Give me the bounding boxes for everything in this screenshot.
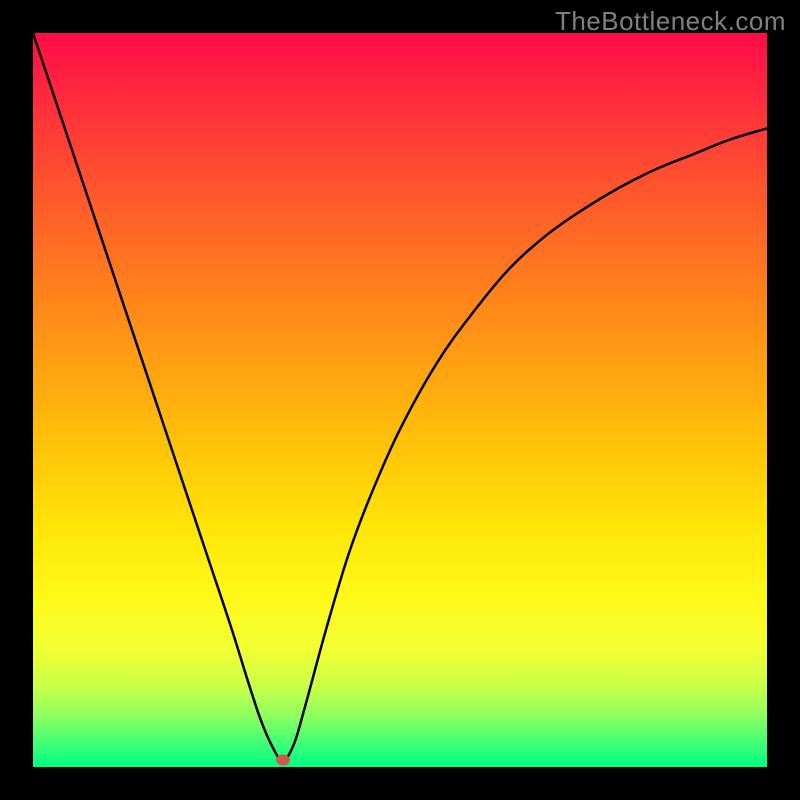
curve-svg	[33, 33, 767, 767]
line-series	[33, 33, 767, 760]
plot-area	[33, 33, 767, 767]
watermark-text: TheBottleneck.com	[555, 6, 786, 37]
marker-dot	[276, 755, 290, 766]
chart-frame: TheBottleneck.com	[0, 0, 800, 800]
